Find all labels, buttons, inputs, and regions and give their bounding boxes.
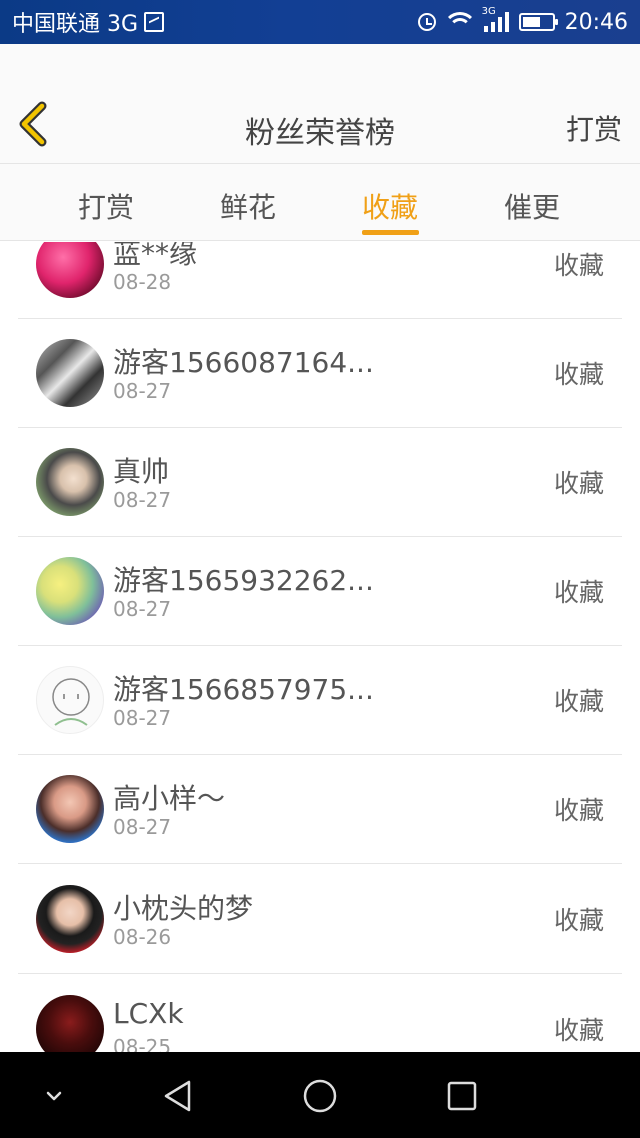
- action-label: 收藏: [553, 1016, 604, 1045]
- tab-tip[interactable]: 打赏: [78, 186, 134, 226]
- user-name: 游客1566857975...: [113, 673, 374, 706]
- nav-home-button[interactable]: [298, 1074, 342, 1118]
- user-name: 小枕头的梦: [113, 892, 254, 925]
- signal-icon: 3G: [482, 6, 509, 32]
- tab-flowers[interactable]: 鲜花: [220, 186, 276, 226]
- list-item[interactable]: 小枕头的梦 08-26 收藏: [18, 865, 622, 974]
- recents-square-icon: [447, 1081, 477, 1111]
- item-date: 08-27: [113, 488, 172, 512]
- avatar: [36, 448, 104, 516]
- clock: 20:46: [564, 9, 628, 35]
- active-tab-indicator: [362, 230, 419, 235]
- user-name: LCXk: [113, 997, 184, 1030]
- avatar: [36, 885, 104, 953]
- list-item[interactable]: 高小样～ 08-27 收藏: [18, 755, 622, 864]
- home-circle-icon: [303, 1079, 337, 1113]
- app-header: 粉丝荣誉榜 打赏: [0, 44, 640, 164]
- carrier-label: 中国联通 3G: [12, 12, 139, 37]
- hide-nav-button[interactable]: [32, 1074, 76, 1118]
- avatar: [36, 995, 104, 1052]
- wifi-icon: [446, 12, 474, 32]
- status-bar-left: 中国联通 3G: [12, 6, 165, 38]
- action-label: 收藏: [553, 687, 604, 716]
- sim-icon: [144, 12, 165, 32]
- action-label: 收藏: [553, 469, 604, 498]
- status-bar: 中国联通 3G 3G 20:46: [0, 0, 640, 44]
- system-nav-bar: [0, 1052, 640, 1138]
- avatar: [36, 557, 104, 625]
- tab-urge[interactable]: 催更: [504, 186, 560, 226]
- item-date: 08-28: [113, 270, 172, 294]
- item-date: 08-27: [113, 815, 172, 839]
- list-item[interactable]: 游客1565932262... 08-27 收藏: [18, 537, 622, 646]
- item-date: 08-26: [113, 925, 172, 949]
- list-item[interactable]: 真帅 08-27 收藏: [18, 428, 622, 537]
- list-item[interactable]: 游客1566087164... 08-27 收藏: [18, 319, 622, 428]
- avatar: [36, 775, 104, 843]
- list-item[interactable]: 蓝**缘 08-28 收藏: [18, 242, 622, 319]
- signal-type-label: 3G: [481, 6, 496, 17]
- user-name: 真帅: [113, 455, 170, 488]
- action-label: 收藏: [553, 906, 604, 935]
- item-date: 08-27: [113, 379, 172, 403]
- tab-bar: 打赏 鲜花 收藏 催更: [0, 164, 640, 241]
- battery-icon: [518, 13, 558, 31]
- status-bar-right: 3G 20:46: [417, 6, 628, 35]
- alarm-icon: [417, 13, 436, 31]
- fan-list[interactable]: 蓝**缘 08-28 收藏 游客1566087164... 08-27 收藏 真…: [0, 242, 640, 1052]
- user-name: 游客1566087164...: [113, 346, 374, 379]
- nav-recents-button[interactable]: [440, 1074, 484, 1118]
- user-name: 蓝**缘: [113, 242, 198, 270]
- item-date: 08-27: [113, 706, 172, 730]
- back-triangle-icon: [164, 1080, 191, 1112]
- page-title: 粉丝荣誉榜: [245, 116, 395, 151]
- action-label: 收藏: [553, 251, 604, 280]
- item-date: 08-25: [113, 1035, 172, 1052]
- action-label: 收藏: [553, 578, 604, 607]
- tab-favorites[interactable]: 收藏: [362, 186, 418, 226]
- list-item[interactable]: LCXk 08-25 收藏: [18, 975, 622, 1052]
- chevron-down-icon: [46, 1091, 62, 1101]
- user-name: 游客1565932262...: [113, 564, 374, 597]
- avatar: [36, 339, 104, 407]
- nav-back-button[interactable]: [156, 1074, 200, 1118]
- action-label: 收藏: [553, 360, 604, 389]
- item-date: 08-27: [113, 597, 172, 621]
- tip-button[interactable]: 打赏: [566, 108, 622, 148]
- action-label: 收藏: [553, 796, 604, 825]
- user-name: 高小样～: [113, 782, 226, 815]
- avatar: [36, 242, 104, 298]
- list-item[interactable]: 游客1566857975... 08-27 收藏: [18, 646, 622, 755]
- avatar: [36, 666, 104, 734]
